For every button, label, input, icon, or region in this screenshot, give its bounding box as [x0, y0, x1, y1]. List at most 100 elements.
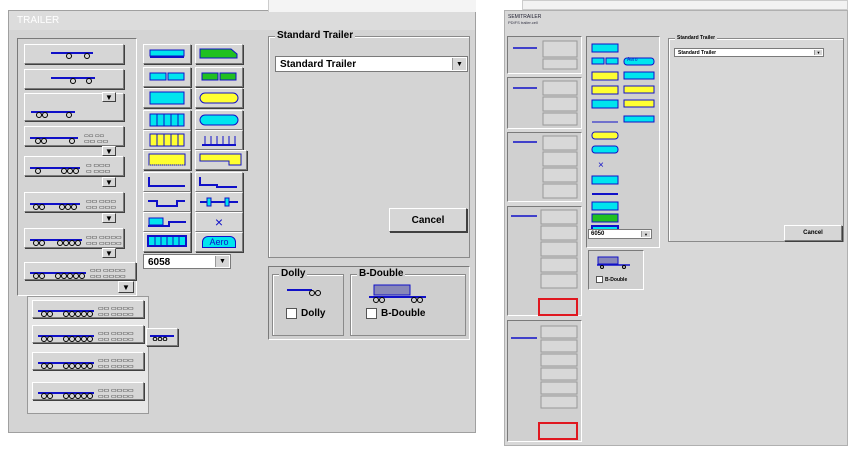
body-pipe-button[interactable] [195, 192, 243, 212]
dropdown-arrow-button[interactable]: ▼ [102, 146, 116, 156]
body-flat-cyan-button[interactable] [143, 44, 191, 64]
aero-badge: Aero [202, 236, 236, 248]
drop-deck-icon [148, 200, 185, 207]
aero-button[interactable]: Aero [195, 232, 243, 252]
svg-text:×: × [598, 160, 604, 171]
window-subtitle: PDIFS trailer.cell [508, 20, 538, 25]
body-box-cyan-button[interactable] [143, 88, 191, 108]
dolly-checkbox[interactable]: Dolly [286, 308, 325, 319]
trailer-1-axle-icon [51, 52, 93, 59]
trailer-8-axle-button[interactable]: ▭▭ ▭▭▭▭ ▭▭ ▭▭▭▭ [24, 262, 136, 280]
trailer-8-axle-icon: ▭▭ ▭▭▭▭▭▭ ▭▭▭▭ [30, 268, 126, 279]
stepdeck-icon [199, 177, 237, 188]
body-drop-yellow-button[interactable] [195, 150, 247, 170]
svg-text:▭ ▭▭▭: ▭ ▭▭▭ [86, 169, 111, 174]
body-tanker-cyan-button[interactable] [195, 110, 243, 130]
long-trailer-option-2[interactable]: ▭▭ ▭▭▭▭ ▭▭ ▭▭▭▭ [32, 325, 144, 343]
group-title: Standard Trailer [275, 30, 356, 41]
group-title: Standard Trailer [675, 35, 718, 41]
stake-body-icon [202, 136, 236, 146]
chevron-down-icon[interactable]: ▼ [814, 50, 822, 55]
checkbox-icon[interactable] [366, 308, 377, 319]
trailer-7-axle-button[interactable]: ▭▭ ▭▭▭▭ ▭▭ ▭▭▭▭ [24, 228, 124, 248]
green-truck-icon [199, 48, 238, 59]
cage-body-icon [149, 113, 185, 127]
trailer-6-axle-icon: ▭▭ ▭▭▭▭▭ ▭▭▭ [30, 199, 116, 210]
trailer-5-axle-button[interactable]: ▭ ▭▭▭ ▭ ▭▭▭ [24, 156, 124, 176]
dropdown-arrow-button[interactable]: ▼ [102, 92, 116, 102]
body-curtain-yellow-button[interactable] [143, 150, 191, 170]
long-trailer-option-1[interactable]: ▭▭ ▭▭▭▭ ▭▭ ▭▭▭▭ [32, 300, 144, 318]
checkbox-icon[interactable] [596, 276, 603, 283]
bdouble-checkbox[interactable]: B-Double [366, 308, 425, 319]
standard-trailer-select[interactable]: Standard Trailer ▼ [275, 56, 468, 72]
trailer-2-axle-button[interactable] [24, 69, 124, 89]
blue-cage-icon [147, 235, 187, 247]
box-body-icon [149, 91, 185, 105]
chevron-down-icon[interactable]: ▼ [452, 58, 466, 70]
chevron-down-icon[interactable]: ▼ [641, 231, 650, 237]
body-split-cyan-button[interactable] [143, 67, 191, 87]
cancel-button[interactable]: Cancel [389, 208, 467, 232]
body-cage-cyan-button[interactable] [143, 110, 191, 130]
body-stake-button[interactable] [195, 130, 243, 150]
short-trailer-button[interactable] [146, 328, 178, 346]
x-icon: × [214, 214, 224, 230]
long-trailer-option-3[interactable]: ▭▭ ▭▭▭▭ ▭▭ ▭▭▭▭ [32, 352, 144, 370]
long-trailer-icon: ▭▭ ▭▭▭▭▭▭ ▭▭▭▭ [38, 331, 134, 342]
bdouble-icon [597, 256, 630, 269]
body-split-green-button[interactable] [195, 67, 243, 87]
group-title: B-Double [357, 268, 406, 279]
checkbox-icon[interactable] [286, 308, 297, 319]
drop-yellow-icon [199, 153, 242, 166]
chevron-down-icon[interactable]: ▼ [215, 256, 229, 267]
dolly-checkbox-label: Dolly [301, 308, 326, 320]
svg-text:▭▭ ▭▭▭▭: ▭▭ ▭▭▭▭ [86, 241, 122, 246]
long-trailer-icon: ▭▭ ▭▭▭▭▭▭ ▭▭▭▭ [38, 358, 134, 369]
bdouble-icon [369, 284, 426, 303]
standard-trailer-select-value: Standard Trailer [678, 50, 717, 56]
standard-trailer-select[interactable]: Standard Trailer ▼ [674, 48, 824, 57]
dropdown-arrow-button[interactable]: ▼ [102, 213, 116, 223]
trailer-2-axle-icon [51, 77, 95, 84]
body-lowbed-button[interactable] [143, 172, 191, 192]
body-none-button[interactable]: × [195, 212, 243, 232]
body-stepdeck-button[interactable] [195, 172, 243, 192]
tanker-yellow-icon [199, 92, 239, 104]
body-container-button[interactable] [143, 212, 191, 232]
highlight-box [538, 422, 578, 440]
long-trailer-option-4[interactable]: ▭▭ ▭▭▭▭ ▭▭ ▭▭▭▭ [32, 382, 144, 400]
trailer-6-axle-button[interactable]: ▭▭ ▭▭▭ ▭▭ ▭▭▭ [24, 192, 124, 212]
trailer-7-axle-icon: ▭▭ ▭▭▭▭▭▭ ▭▭▭▭ [30, 235, 122, 246]
curtain-yellow-icon [148, 153, 186, 166]
body-green-truck-button[interactable] [195, 44, 243, 64]
dropdown-arrow-button[interactable]: ▼ [118, 281, 134, 293]
svg-text:▭▭ ▭▭▭▭: ▭▭ ▭▭▭▭ [98, 394, 134, 399]
trailer-4-axle-button[interactable]: ▭▭ ▭▭ ▭▭ ▭▭ [24, 126, 124, 146]
svg-text:▭▭ ▭▭▭: ▭▭ ▭▭▭ [86, 205, 116, 210]
dolly-icon [287, 289, 321, 296]
window-title: TRAILER [9, 11, 475, 30]
body-tanker-yellow-button[interactable] [195, 88, 243, 108]
cage-yellow-icon [149, 133, 185, 147]
bdouble-checkbox[interactable]: B-Double [596, 276, 627, 283]
body-blue-cage-button[interactable] [143, 232, 191, 252]
body-cage-yellow-button[interactable] [143, 130, 191, 150]
pipe-carrier-icon [200, 197, 238, 207]
cancel-button[interactable]: Cancel [784, 225, 842, 241]
dropdown-arrow-button[interactable]: ▼ [102, 177, 116, 187]
long-trailer-icon: ▭▭ ▭▭▭▭▭▭ ▭▭▭▭ [38, 388, 134, 399]
trailer-1-axle-button[interactable] [24, 44, 124, 64]
body-drop-deck-button[interactable] [143, 192, 191, 212]
lowbed-icon [148, 177, 185, 187]
aero-badge[interactable]: Aero [627, 57, 638, 63]
model-combo[interactable]: 6050 ▼ [588, 229, 652, 239]
long-trailer-icon: ▭▭ ▭▭▭▭▭▭ ▭▭▭▭ [38, 306, 134, 317]
bdouble-checkbox-label: B-Double [381, 308, 426, 320]
model-combo[interactable]: 6058 ▼ [143, 254, 231, 269]
svg-text:▭▭ ▭▭▭▭: ▭▭ ▭▭▭▭ [98, 364, 134, 369]
svg-text:▭▭ ▭▭: ▭▭ ▭▭ [84, 139, 109, 144]
dolly-group: Dolly [272, 268, 344, 336]
trailer-thumbnails [511, 40, 578, 409]
dropdown-arrow-button[interactable]: ▼ [102, 248, 116, 258]
